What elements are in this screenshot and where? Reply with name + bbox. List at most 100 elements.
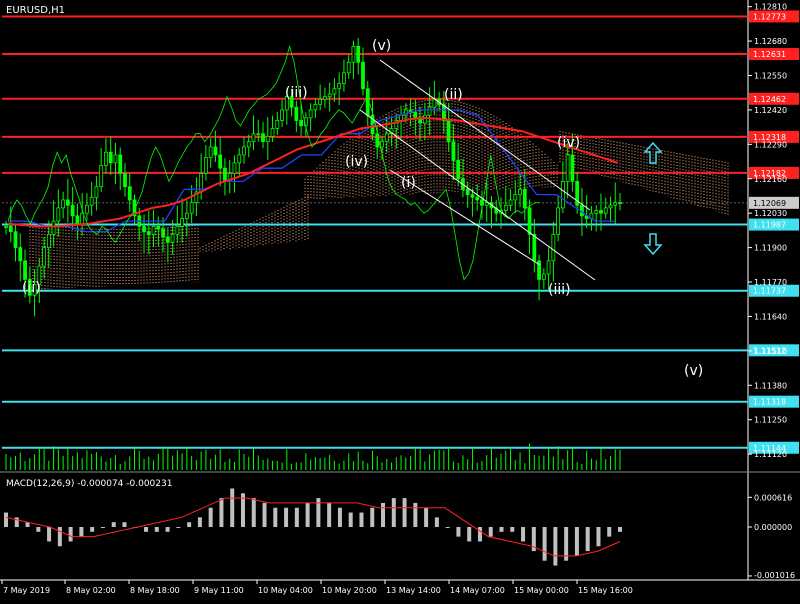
candle-body	[508, 199, 513, 206]
candle-body	[532, 233, 537, 262]
candle-body	[308, 109, 313, 119]
macd-tick-label: -0.001016	[754, 571, 795, 580]
candle-body	[146, 231, 151, 235]
candle-body	[23, 260, 27, 280]
macd-histogram-bar	[359, 512, 364, 527]
candle-body	[237, 154, 242, 164]
macd-histogram-bar	[208, 507, 213, 527]
candle-body	[342, 72, 346, 84]
time-tick-label: 15 May 00:00	[514, 586, 569, 595]
macd-histogram-bar	[413, 502, 418, 527]
candle-body	[85, 204, 89, 214]
macd-histogram-bar	[424, 507, 429, 527]
symbol-label: EURUSD,H1	[6, 5, 65, 16]
candle-body	[313, 104, 318, 111]
candle-body	[294, 106, 299, 121]
macd-histogram-bar	[499, 527, 504, 532]
candle-body	[75, 215, 80, 225]
macd-histogram-bar	[456, 527, 461, 537]
candle-body	[527, 207, 532, 235]
candle-body	[170, 233, 175, 243]
time-tick-label: 15 May 16:00	[578, 586, 633, 595]
candle-body	[318, 98, 323, 106]
candle-body	[118, 154, 123, 174]
resistance-level-price-label: 1.12773	[753, 12, 786, 21]
macd-histogram-bar	[542, 527, 547, 561]
candle-body	[380, 141, 384, 148]
candle-body	[337, 83, 342, 90]
candle-body	[46, 233, 51, 248]
candle-body	[127, 186, 132, 201]
macd-histogram-bar	[36, 527, 41, 532]
time-tick-label: 7 May 2019	[3, 586, 50, 595]
wave-label: (ii)	[22, 280, 41, 296]
candle-body	[70, 204, 75, 217]
chart-window[interactable]: 1.12773 1.12631 1.12462 1.12318 1.12182 1.119…	[0, 0, 800, 600]
macd-histogram-bar	[90, 527, 95, 532]
wave-label: (ii)	[444, 87, 463, 103]
price-tick-label: 1.11510	[754, 347, 787, 356]
candle-body	[327, 93, 332, 98]
candle-body	[156, 226, 161, 230]
price-tick-label: 1.11120	[754, 450, 787, 459]
candle-body	[427, 106, 432, 116]
candle-body	[384, 133, 389, 143]
macd-histogram-bar	[165, 527, 170, 532]
candle-body	[4, 226, 8, 228]
candle-body	[242, 146, 246, 156]
candle-body	[503, 204, 508, 211]
price-tick-label: 1.11900	[754, 244, 787, 253]
candle-body	[61, 199, 66, 209]
candle-body	[275, 120, 280, 129]
macd-histogram-bar	[521, 527, 526, 542]
candle-body	[51, 220, 56, 235]
wave-label: (iv)	[345, 154, 368, 170]
support-level-price-label: 1.11318	[753, 398, 786, 407]
candle-body	[546, 260, 551, 275]
candle-body	[565, 154, 570, 182]
candle-body	[251, 133, 256, 143]
candle-body	[8, 226, 13, 233]
macd-histogram-bar	[585, 527, 590, 552]
wave-label: (iv)	[557, 135, 580, 151]
time-tick-label: 8 May 02:00	[66, 586, 116, 595]
support-level-price-label: 1.11737	[753, 287, 786, 296]
candle-body	[518, 188, 522, 196]
macd-histogram-bar	[596, 527, 601, 547]
candle-body	[104, 151, 108, 166]
candle-body	[451, 141, 456, 161]
candle-body	[560, 180, 565, 209]
price-tick-label: 1.12420	[754, 106, 787, 115]
candle-body	[142, 226, 146, 233]
candle-body	[232, 162, 237, 174]
candle-body	[413, 112, 418, 119]
candle-body	[346, 61, 351, 74]
macd-histogram-bar	[176, 527, 181, 528]
time-tick-label: 13 May 14:00	[386, 586, 441, 595]
chart-background	[0, 0, 800, 600]
time-tick-label: 8 May 18:00	[130, 586, 180, 595]
macd-histogram-bar	[467, 527, 472, 542]
candle-body	[218, 154, 223, 169]
candle-body	[265, 135, 270, 143]
candle-body	[475, 196, 480, 201]
candle-body	[89, 196, 94, 206]
macd-histogram-bar	[14, 517, 19, 527]
candle-body	[613, 202, 618, 206]
candle-body	[375, 133, 380, 148]
macd-histogram-bar	[510, 527, 515, 532]
candle-body	[161, 228, 165, 238]
candle-body	[175, 226, 180, 235]
eurusd-h1-chart[interactable]: 1.127731.126311.124621.123181.121821.119…	[0, 0, 800, 600]
price-tick-label: 1.12550	[754, 71, 787, 80]
wave-label: (v)	[372, 38, 391, 54]
candle-body	[522, 188, 527, 209]
macd-histogram-bar	[618, 527, 622, 532]
candle-body	[208, 146, 213, 158]
candle-body	[470, 194, 475, 198]
candle-body	[603, 207, 608, 214]
candle-body	[256, 133, 261, 136]
candle-body	[123, 173, 127, 188]
macd-tick-label: 0.000000	[754, 523, 792, 532]
candle-body	[551, 233, 556, 262]
